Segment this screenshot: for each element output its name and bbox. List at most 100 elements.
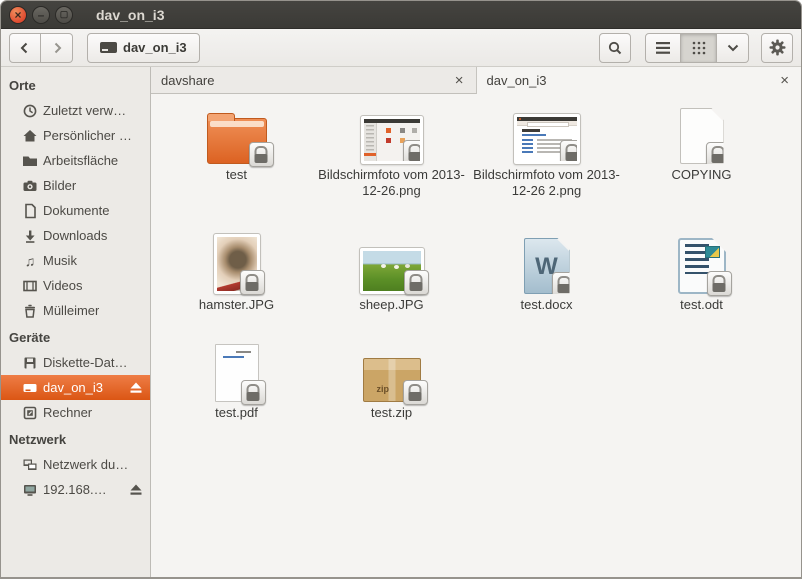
maximize-icon: ▢	[56, 7, 72, 23]
camera-icon	[22, 178, 38, 194]
tab-close-icon[interactable]: ×	[778, 73, 791, 88]
back-button[interactable]	[9, 33, 41, 63]
forward-button[interactable]	[41, 33, 73, 63]
file-item-screenshot-2[interactable]: Bildschirmfoto vom 2013-12-26 2.png	[469, 98, 624, 222]
sidebar-item-label: Arbeitsfläche	[43, 153, 118, 168]
file-grid: test Bildschirmfoto vom 2013-12-26.png	[151, 94, 801, 577]
image-thumbnail	[514, 114, 580, 164]
sidebar-item-computer[interactable]: Rechner	[1, 400, 150, 425]
sidebar-item-label: Zuletzt verw…	[43, 103, 126, 118]
titlebar: × – ▢ dav_on_i3	[1, 1, 801, 29]
network-drive-icon	[22, 482, 38, 498]
harddrive-icon	[22, 380, 38, 396]
sidebar-item-pictures[interactable]: Bilder	[1, 173, 150, 198]
odt-document-icon	[678, 238, 726, 294]
sidebar-item-label: Bilder	[43, 178, 76, 193]
file-item-test-folder[interactable]: test	[159, 98, 314, 222]
location-button[interactable]: dav_on_i3	[87, 33, 200, 63]
file-name: Bildschirmfoto vom 2013-12-26.png	[317, 167, 467, 200]
sidebar-item-trash[interactable]: Mülleimer	[1, 298, 150, 323]
window-minimize-button[interactable]: –	[32, 6, 50, 24]
photo-thumbnail	[360, 248, 424, 294]
lock-emblem-icon	[403, 140, 423, 164]
lock-emblem-icon	[240, 270, 265, 295]
eject-icon	[129, 381, 143, 394]
nav-button-group	[9, 33, 73, 63]
eject-button[interactable]	[128, 380, 144, 396]
file-name: test.odt	[680, 297, 723, 313]
zip-archive-icon: zip	[363, 358, 421, 402]
sidebar-item-label: 192.168.…	[43, 482, 107, 497]
search-button[interactable]	[599, 33, 631, 63]
sidebar-item-label: Downloads	[43, 228, 107, 243]
harddrive-icon	[100, 42, 117, 53]
sidebar-item-label: Videos	[43, 278, 83, 293]
sidebar-item-recent[interactable]: Zuletzt verw…	[1, 98, 150, 123]
settings-button[interactable]	[761, 33, 793, 63]
tab-bar: davshare × dav_on_i3 ×	[151, 67, 801, 94]
pdf-document-icon	[215, 344, 259, 402]
tab-close-icon[interactable]: ×	[453, 73, 466, 88]
sidebar-item-music[interactable]: ♫ Musik	[1, 248, 150, 273]
file-name: test.zip	[371, 405, 412, 421]
chevron-right-icon	[49, 40, 65, 56]
file-item-test-pdf[interactable]: test.pdf	[159, 338, 314, 442]
window-maximize-button[interactable]: ▢	[55, 6, 73, 24]
file-name: sheep.JPG	[359, 297, 423, 313]
lock-emblem-icon	[706, 142, 731, 167]
folder-icon	[207, 118, 267, 164]
list-view-icon	[656, 42, 670, 54]
eject-button[interactable]	[128, 482, 144, 498]
eject-icon	[129, 483, 143, 496]
lock-emblem-icon	[249, 142, 274, 167]
file-item-copying[interactable]: COPYING	[624, 98, 779, 222]
sidebar-item-documents[interactable]: Dokumente	[1, 198, 150, 223]
trash-icon	[22, 303, 38, 319]
sidebar-item-desktop[interactable]: Arbeitsfläche	[1, 148, 150, 173]
file-item-hamster[interactable]: hamster.JPG	[159, 222, 314, 338]
location-label: dav_on_i3	[123, 40, 187, 55]
sidebar-item-downloads[interactable]: Downloads	[1, 223, 150, 248]
list-view-button[interactable]	[645, 33, 681, 63]
folder-icon	[22, 153, 38, 169]
film-icon	[22, 278, 38, 294]
chevron-left-icon	[17, 40, 33, 56]
tab-davshare[interactable]: davshare ×	[151, 67, 477, 94]
floppy-icon	[22, 355, 38, 371]
tab-dav-on-i3[interactable]: dav_on_i3 ×	[477, 67, 802, 94]
view-options-dropdown-button[interactable]	[717, 33, 749, 63]
file-item-test-zip[interactable]: zip test.zip	[314, 338, 469, 442]
file-item-test-docx[interactable]: W test.docx	[469, 222, 624, 338]
file-name: test	[226, 167, 247, 183]
window-close-button[interactable]: ×	[9, 6, 27, 24]
file-item-test-odt[interactable]: test.odt	[624, 222, 779, 338]
sidebar-section-header: Orte	[1, 71, 150, 98]
home-icon	[22, 128, 38, 144]
grid-view-button[interactable]	[681, 33, 717, 63]
sidebar-item-videos[interactable]: Videos	[1, 273, 150, 298]
sidebar-item-floppy[interactable]: Diskette-Dat…	[1, 350, 150, 375]
window-title: dav_on_i3	[96, 7, 164, 23]
sidebar-item-network-drive[interactable]: 192.168.…	[1, 477, 150, 502]
toolbar: dav_on_i3	[1, 29, 801, 67]
sidebar-item-label: Persönlicher …	[43, 128, 132, 143]
lock-emblem-icon	[560, 140, 580, 164]
document-icon	[22, 203, 38, 219]
file-item-screenshot-1[interactable]: Bildschirmfoto vom 2013-12-26.png	[314, 98, 469, 222]
download-icon	[22, 228, 38, 244]
sidebar-item-home[interactable]: Persönlicher …	[1, 123, 150, 148]
search-icon	[607, 40, 623, 56]
sidebar-item-network-browse[interactable]: Netzwerk du…	[1, 452, 150, 477]
file-name: test.pdf	[215, 405, 258, 421]
lock-emblem-icon	[241, 380, 266, 405]
view-button-group	[645, 33, 749, 63]
file-manager-window: × – ▢ dav_on_i3 dav_on_i3	[0, 0, 802, 579]
sidebar-item-label: Musik	[43, 253, 77, 268]
sidebar-item-dav-on-i3[interactable]: dav_on_i3	[1, 375, 150, 400]
tab-label: dav_on_i3	[487, 73, 547, 88]
chevron-down-icon	[727, 44, 739, 52]
lock-emblem-icon	[707, 271, 732, 296]
image-thumbnail	[361, 116, 423, 164]
file-item-sheep[interactable]: sheep.JPG	[314, 222, 469, 338]
sidebar-item-label: Dokumente	[43, 203, 109, 218]
